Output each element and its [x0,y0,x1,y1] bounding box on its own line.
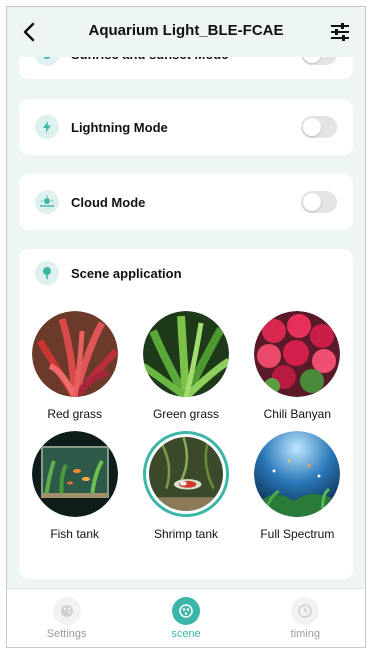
scene-red-grass[interactable]: Red grass [19,311,130,421]
tab-settings[interactable]: Settings [7,589,126,647]
green-grass-image [142,311,229,397]
chili-banyan-image [254,311,341,397]
lightning-mode-toggle[interactable] [301,116,337,138]
tab-timing[interactable]: timing [246,589,365,647]
mode-label: Cloud Mode [71,194,146,210]
scene-green-grass[interactable]: Green grass [130,311,241,421]
tab-label: timing [290,628,320,640]
red-grass-image [31,311,118,397]
cloud-sun-icon [35,190,59,214]
scene-title: Scene application [71,265,182,281]
shrimp-tank-image [142,431,229,517]
scene-icon [171,597,200,625]
scene-fish-tank[interactable]: Fish tank [19,431,130,541]
scene-application-card: Scene application Red grass Green grass … [19,249,353,579]
scene-label: Green grass [152,407,219,421]
mode-label: Lightning Mode [71,119,168,135]
tab-label: scene [171,628,201,640]
plant-icon [35,261,59,285]
toggle-knob [303,193,321,211]
tab-label: Settings [46,628,87,640]
scene-chili-banyan[interactable]: Chili Banyan [242,311,353,421]
scene-shrimp-tank[interactable]: Shrimp tank [130,431,241,541]
back-button[interactable] [19,21,41,43]
fish-tank-image [31,431,118,517]
scene-label: Red grass [47,407,103,421]
adjust-settings-button[interactable] [329,21,351,43]
lightning-icon [35,115,59,139]
header: Aquarium Light_BLE-FCAE [7,7,365,57]
tab-scene[interactable]: scene [126,589,245,647]
mode-card-lightning: Lightning Mode [19,99,353,155]
cloud-mode-toggle[interactable] [301,191,337,213]
clock-icon [291,597,320,625]
toggle-knob [303,118,321,136]
scene-full-spectrum[interactable]: Full Spectrum [242,431,353,541]
scene-label: Shrimp tank [153,527,218,541]
mode-card-cloud: Cloud Mode [19,174,353,230]
sliders-icon [331,23,349,41]
app-screen: Aquarium Light_BLE-FCAE Sunrise and suns… [6,6,366,648]
full-spectrum-image [254,431,341,517]
back-arrow-icon [23,22,35,42]
palette-icon [52,597,81,625]
scene-label: Full Spectrum [260,527,335,541]
bottom-tab-bar: Settings scene timing [7,588,365,647]
scene-label: Fish tank [50,527,99,541]
page-title: Aquarium Light_BLE-FCAE [88,22,284,39]
scene-label: Chili Banyan [263,407,332,421]
scene-grid: Red grass Green grass Chili Banyan Fish … [19,311,353,541]
